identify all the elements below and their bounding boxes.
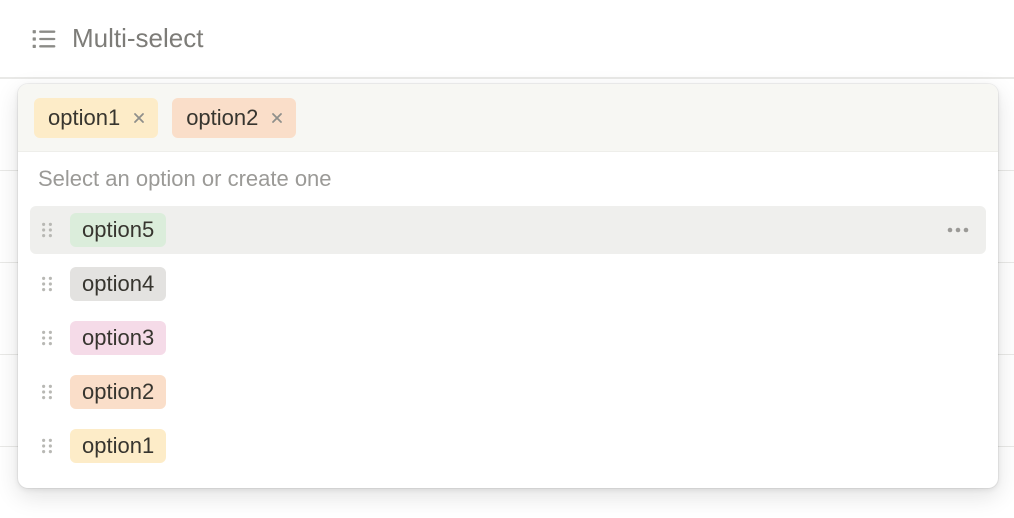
- select-popup: option1 option2 Select an option or creat…: [18, 84, 998, 488]
- option-tag-label: option1: [82, 433, 154, 459]
- selected-tag-label: option2: [186, 107, 260, 129]
- property-header[interactable]: Multi-select: [0, 0, 1014, 78]
- options-list: option5 option4 option3 option2 option1: [18, 202, 998, 480]
- selected-tag: option2: [172, 98, 296, 138]
- close-icon[interactable]: [266, 107, 288, 129]
- selected-tag-label: option1: [48, 107, 122, 129]
- drag-handle-icon[interactable]: [38, 437, 56, 455]
- option-tag: option4: [70, 267, 166, 301]
- drag-handle-icon[interactable]: [38, 221, 56, 239]
- option-tag-label: option3: [82, 325, 154, 351]
- option-tag-label: option2: [82, 379, 154, 405]
- multi-select-icon: [30, 25, 58, 53]
- selected-tag: option1: [34, 98, 158, 138]
- drag-handle-icon[interactable]: [38, 383, 56, 401]
- option-row[interactable]: option5: [30, 206, 986, 254]
- drag-handle-icon[interactable]: [38, 275, 56, 293]
- property-title: Multi-select: [72, 23, 203, 54]
- option-row[interactable]: option2: [30, 368, 986, 416]
- option-tag: option5: [70, 213, 166, 247]
- option-row[interactable]: option3: [30, 314, 986, 362]
- option-row[interactable]: option4: [30, 260, 986, 308]
- option-row[interactable]: option1: [30, 422, 986, 470]
- close-icon[interactable]: [128, 107, 150, 129]
- option-tag-label: option4: [82, 271, 154, 297]
- option-tag: option1: [70, 429, 166, 463]
- option-tag: option2: [70, 375, 166, 409]
- selected-tags-bar[interactable]: option1 option2: [18, 84, 998, 152]
- option-tag: option3: [70, 321, 166, 355]
- helper-text: Select an option or create one: [18, 152, 998, 202]
- option-tag-label: option5: [82, 217, 154, 243]
- more-icon[interactable]: [940, 216, 976, 244]
- drag-handle-icon[interactable]: [38, 329, 56, 347]
